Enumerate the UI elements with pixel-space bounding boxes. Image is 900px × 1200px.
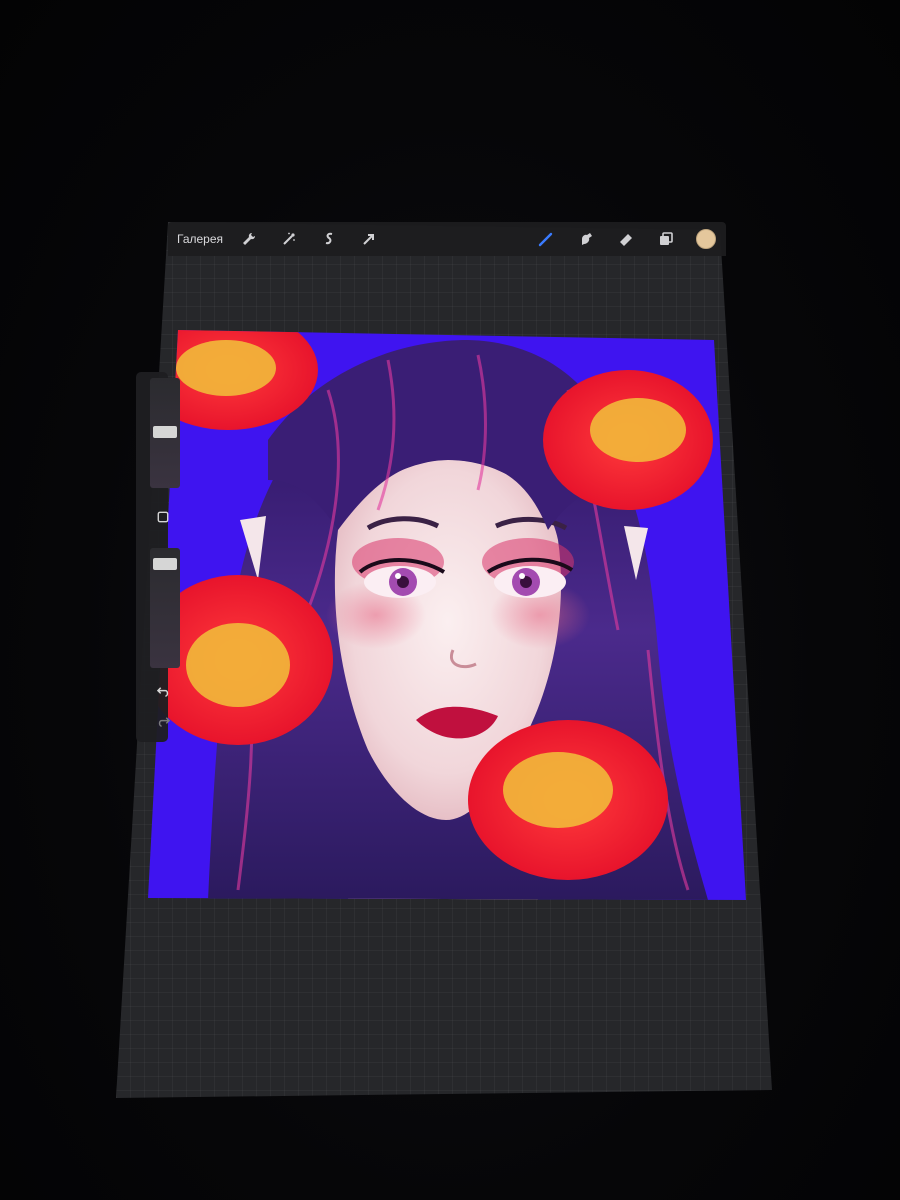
brush-button[interactable]	[532, 225, 560, 253]
brush-size-handle[interactable]	[153, 426, 177, 438]
gallery-button[interactable]: Галерея	[177, 232, 223, 246]
brush-opacity-slider[interactable]	[150, 548, 180, 668]
layers-button[interactable]	[652, 225, 680, 253]
eraser-icon	[620, 234, 632, 246]
transform-button[interactable]	[355, 225, 383, 253]
top-toolbar: Галерея	[168, 222, 726, 256]
transform-arrow-icon	[363, 234, 375, 245]
magic-wand-icon	[283, 232, 295, 245]
brush-opacity-handle[interactable]	[153, 558, 177, 570]
wrench-icon	[243, 232, 256, 245]
layers-icon	[660, 232, 673, 245]
flower-bottom-right	[468, 720, 668, 880]
adjustments-button[interactable]	[275, 225, 303, 253]
selection-icon	[325, 232, 333, 245]
brush-size-slider[interactable]	[150, 378, 180, 488]
color-picker-button[interactable]	[696, 229, 716, 249]
redo-icon	[158, 716, 170, 727]
smudge-button[interactable]	[572, 225, 600, 253]
undo-button[interactable]	[152, 680, 174, 702]
left-eye-highlight	[395, 573, 401, 579]
artwork-illustration	[148, 330, 746, 900]
selection-button[interactable]	[315, 225, 343, 253]
square-icon	[157, 511, 169, 523]
brush-icon	[538, 232, 553, 247]
modifier-button[interactable]	[152, 506, 174, 528]
flower-top-right	[543, 370, 713, 510]
eraser-button[interactable]	[612, 225, 640, 253]
undo-icon	[156, 686, 168, 697]
actions-button[interactable]	[235, 225, 263, 253]
smudge-icon	[582, 233, 592, 245]
artwork-canvas[interactable]	[148, 330, 746, 900]
right-eye-highlight	[519, 573, 525, 579]
redo-button[interactable]	[152, 710, 174, 732]
